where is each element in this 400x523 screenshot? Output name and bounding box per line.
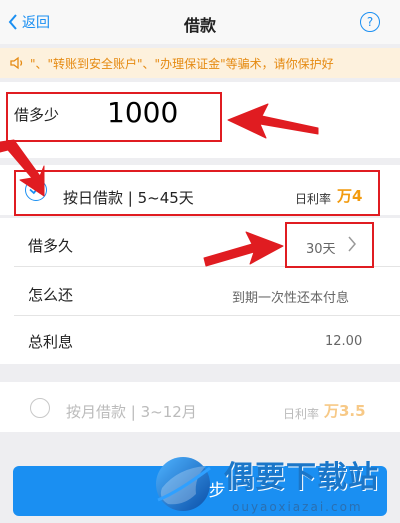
watermark-logo-icon: [156, 457, 211, 511]
watermark-url: ouyaoxiazai.com: [232, 500, 363, 514]
arrow-icon: [203, 231, 284, 267]
arrow-icon: [227, 103, 319, 139]
arrow-icon: [0, 139, 45, 197]
annotation-arrows: [0, 103, 319, 267]
watermark-text: 偶要下载站: [224, 460, 379, 495]
